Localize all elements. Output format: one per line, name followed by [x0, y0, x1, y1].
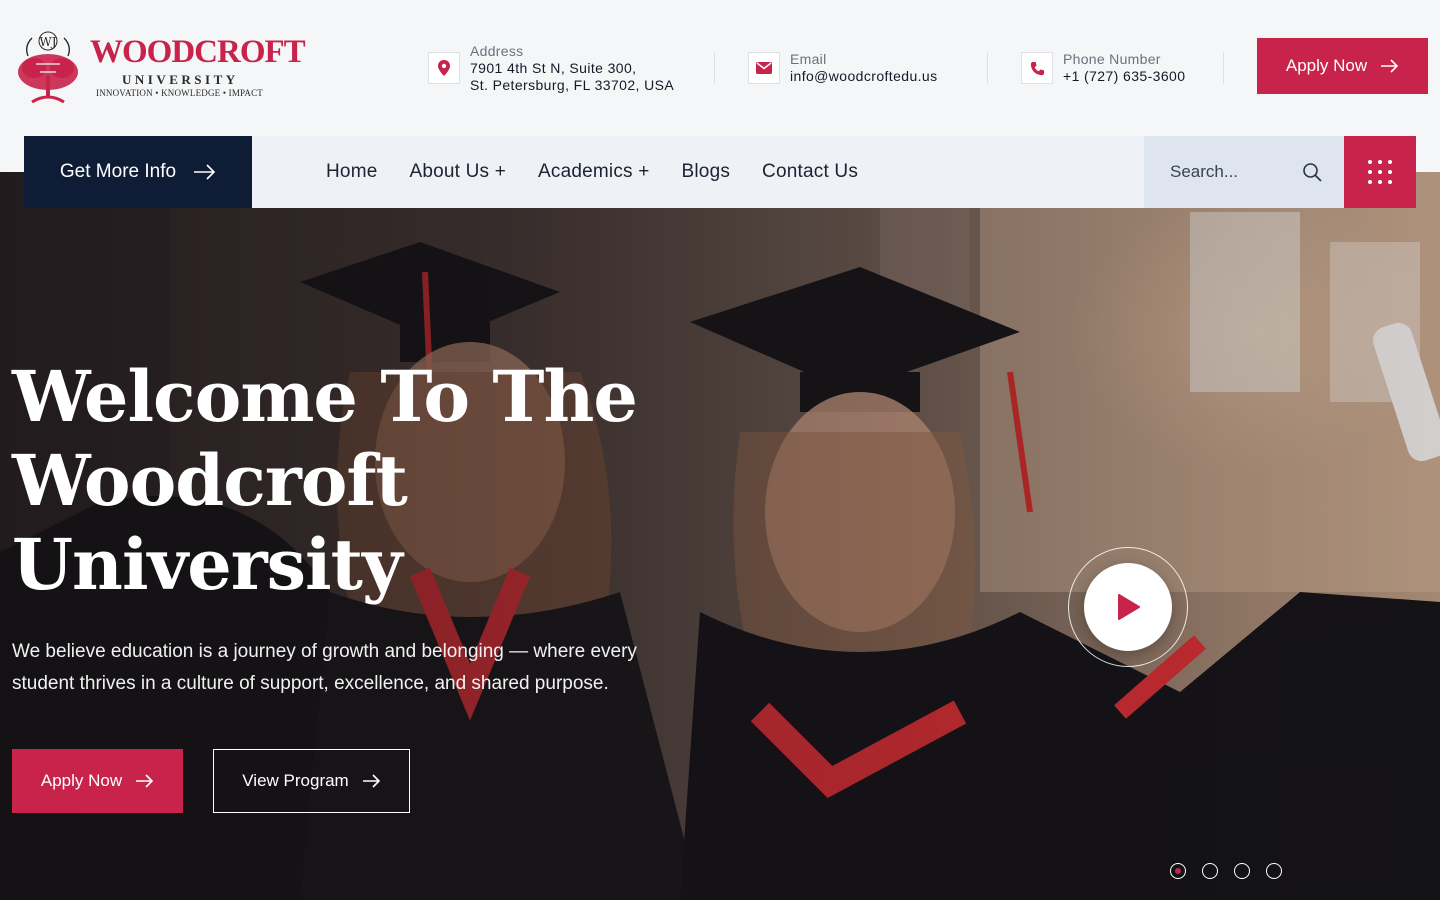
email-info: Email info@woodcroftedu.us: [748, 50, 938, 85]
apply-now-button[interactable]: Apply Now: [1257, 38, 1428, 94]
search-icon[interactable]: [1302, 162, 1322, 182]
divider: [1223, 52, 1224, 84]
tree-crest-icon: WJ: [18, 31, 78, 104]
nav-item-contact-us[interactable]: Contact Us: [762, 161, 858, 183]
logo[interactable]: WJ WOODCROFT UNIVERSITY INNOVATION • KNO…: [10, 28, 306, 108]
address-line-2: St. Petersburg, FL 33702, USA: [470, 77, 675, 93]
email-label: Email: [790, 51, 827, 67]
arrow-right-icon: [1381, 59, 1399, 73]
phone-info: Phone Number +1 (727) 635-3600: [1021, 50, 1185, 85]
nav-menu: Home About Us + Academics + Blogs Contac…: [326, 136, 858, 208]
hero-title-line-1: Welcome To The: [12, 355, 638, 438]
phone-value[interactable]: +1 (727) 635-3600: [1063, 68, 1185, 85]
map-pin-icon: [428, 52, 460, 84]
arrow-right-icon: [194, 164, 216, 180]
slide-dot-4[interactable]: [1266, 863, 1282, 879]
phone-label: Phone Number: [1063, 51, 1161, 67]
hero-description: We believe education is a journey of gro…: [12, 641, 637, 694]
address-label: Address: [470, 43, 524, 59]
nav-item-blogs[interactable]: Blogs: [682, 161, 731, 183]
hero-apply-label: Apply Now: [40, 771, 123, 790]
grid-dots-icon: [1368, 160, 1392, 184]
hero-title: Welcome To The Woodcroft University: [12, 355, 712, 607]
apply-now-label: Apply Now: [1285, 56, 1368, 75]
hero-title-line-3: University: [12, 523, 403, 606]
brand-subtitle: UNIVERSITY: [122, 72, 239, 87]
main-nav: Get More Info Home About Us + Academics …: [24, 136, 1416, 208]
arrow-right-icon: [362, 774, 380, 788]
play-icon: [1118, 594, 1140, 620]
slide-dot-3[interactable]: [1234, 863, 1250, 879]
search-box: [1144, 136, 1344, 208]
arrow-right-icon: [136, 774, 154, 788]
address-info: Address 7901 4th St N, Suite 300, St. Pe…: [428, 42, 674, 94]
nav-item-about-us[interactable]: About Us +: [409, 161, 506, 183]
top-bar: WJ WOODCROFT UNIVERSITY INNOVATION • KNO…: [0, 0, 1440, 136]
envelope-icon: [748, 52, 780, 84]
divider: [714, 52, 715, 84]
view-program-label: View Program: [242, 771, 349, 790]
hero-apply-now-button[interactable]: Apply Now: [12, 749, 183, 813]
slide-dot-2[interactable]: [1202, 863, 1218, 879]
brand-tagline: INNOVATION • KNOWLEDGE • IMPACT: [96, 88, 263, 98]
search-input[interactable]: [1170, 162, 1300, 182]
get-more-info-button[interactable]: Get More Info: [24, 136, 252, 208]
slider-pagination: [1170, 863, 1282, 879]
hero-title-line-2: Woodcroft: [12, 439, 408, 522]
nav-item-academics[interactable]: Academics +: [538, 161, 650, 183]
view-program-button[interactable]: View Program: [213, 749, 410, 813]
address-line-1: 7901 4th St N, Suite 300,: [470, 60, 637, 76]
grid-menu-button[interactable]: [1344, 136, 1416, 208]
play-video-button[interactable]: [1084, 563, 1172, 651]
nav-item-home[interactable]: Home: [326, 161, 377, 183]
email-value[interactable]: info@woodcroftedu.us: [790, 68, 938, 85]
brand-name: WOODCROFT: [90, 34, 306, 70]
get-more-info-label: Get More Info: [59, 161, 177, 182]
phone-icon: [1021, 52, 1053, 84]
divider: [987, 52, 988, 84]
slide-dot-1[interactable]: [1170, 863, 1186, 879]
